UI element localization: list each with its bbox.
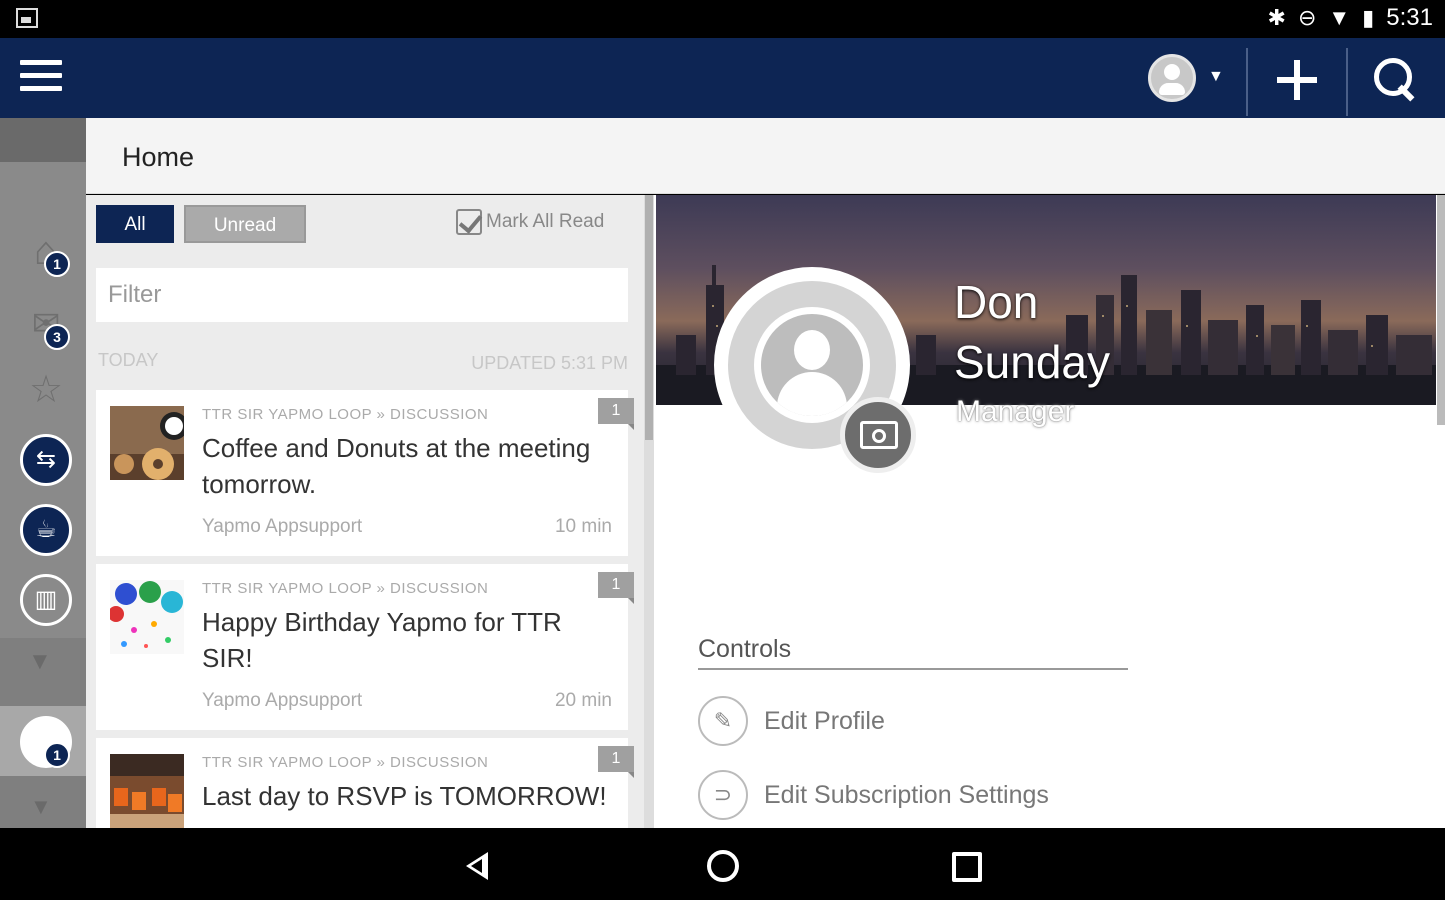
funnel-icon: ▼: [28, 648, 52, 675]
list-item[interactable]: TTR SIR YAPMO LOOP » DISCUSSION Happy Bi…: [96, 564, 634, 730]
badge: 1: [44, 742, 70, 768]
rail-item-messages[interactable]: ✉ 3: [18, 296, 74, 352]
section-label: TODAY: [98, 350, 159, 370]
rail-item-favorites[interactable]: ☆: [18, 362, 74, 418]
feed-time: 10 min: [554, 516, 612, 537]
bluetooth-icon: ✱: [1267, 5, 1286, 30]
control-label: Edit Subscription Settings: [764, 780, 1049, 809]
account-switcher-button[interactable]: ▼: [1148, 54, 1228, 102]
feed-title: Coffee and Donuts at the meeting tomorro…: [202, 433, 591, 499]
feed-author: Yapmo Appsupport: [202, 516, 363, 537]
search-icon[interactable]: [1370, 56, 1420, 106]
filter-input[interactable]: [96, 268, 628, 322]
feed-source: TTR SIR YAPMO LOOP » DISCUSSION: [202, 754, 489, 771]
image-notification-icon: [16, 8, 38, 28]
badge: 1: [44, 251, 70, 277]
battery-icon: ▮: [1362, 5, 1375, 30]
avatar-icon: [1148, 54, 1196, 102]
list-item[interactable]: TTR SIR YAPMO LOOP » DISCUSSION Last day…: [96, 738, 634, 828]
edit-subscription-settings-button[interactable]: ⊃ Edit Subscription Settings: [698, 769, 1049, 821]
rail-item-app-3[interactable]: ▥: [18, 572, 74, 628]
recents-icon[interactable]: [946, 846, 986, 886]
profile-scrollbar[interactable]: [1437, 195, 1445, 425]
filter-all-button[interactable]: All: [96, 205, 174, 243]
cup-icon: ☕: [20, 504, 72, 556]
profile-panel: Don Sunday Manager Controls ✎ Edit Profi…: [654, 195, 1445, 828]
profile-last-name: Sunday: [954, 336, 1111, 388]
dnd-icon: ⊖: [1297, 5, 1317, 30]
pencil-icon: ✎: [698, 696, 748, 746]
building-icon: ▥: [20, 574, 72, 626]
home-nav-icon[interactable]: [703, 846, 743, 886]
balloons-thumbnail: [110, 580, 184, 654]
activity-feed: All Unread Mark All Read TODAY UPDATED 5…: [86, 195, 644, 828]
feed-scrollbar[interactable]: [644, 195, 654, 828]
mark-all-read-button[interactable]: Mark All Read: [456, 209, 604, 235]
rail-top-strip: [0, 118, 86, 162]
chevron-down-icon: ▼: [30, 794, 52, 819]
menu-icon[interactable]: [20, 60, 62, 96]
feed-time: 20 min: [554, 690, 612, 711]
list-item[interactable]: TTR SIR YAPMO LOOP » DISCUSSION Coffee a…: [96, 390, 634, 556]
status-bar: ✱ ⊖ ▼ ▮ 5:31: [0, 0, 1445, 38]
comment-count-badge: 1: [598, 398, 634, 430]
left-rail: ⌂ 1 ✉ 3 ☆ ⇆ ☕ ▥ ▼ 1 ▼: [0, 118, 86, 828]
filter-unread-button[interactable]: Unread: [184, 205, 306, 243]
profile-role: Manager: [956, 395, 1075, 428]
profile-first-name: Don: [954, 276, 1039, 328]
rail-filter-icon[interactable]: ▼: [28, 648, 68, 688]
rail-item-loop[interactable]: 1: [18, 714, 74, 770]
badge: 3: [44, 324, 70, 350]
venue-thumbnail: [110, 754, 184, 828]
rail-item-home[interactable]: ⌂ 1: [18, 223, 74, 279]
controls-heading: Controls: [698, 635, 1128, 670]
comment-count-badge: 1: [598, 746, 634, 778]
updated-label: UPDATED 5:31 PM: [471, 353, 628, 373]
feed-author: Yapmo Appsupport: [202, 690, 363, 711]
comment-count-badge: 1: [598, 572, 634, 604]
feed-source: TTR SIR YAPMO LOOP » DISCUSSION: [202, 580, 489, 597]
mark-all-read-label: Mark All Read: [486, 211, 605, 232]
page-header: Home: [86, 118, 1445, 194]
edit-profile-button[interactable]: ✎ Edit Profile: [698, 695, 885, 747]
feed-title: Happy Birthday Yapmo for TTR SIR!: [202, 607, 562, 673]
caret-down-icon: ▼: [1208, 68, 1224, 85]
rss-icon: ⊃: [698, 770, 748, 820]
star-icon: ☆: [28, 369, 64, 411]
change-photo-button[interactable]: [840, 397, 916, 473]
shuffle-icon: ⇆: [20, 434, 72, 486]
control-label: Edit Profile: [764, 706, 885, 735]
app-bar: ▼: [0, 38, 1445, 118]
rail-more-icon[interactable]: ▼: [30, 794, 60, 824]
page-title: Home: [122, 142, 195, 172]
feed-title: Last day to RSVP is TOMORROW!: [202, 781, 607, 811]
scrollbar-thumb[interactable]: [645, 195, 653, 440]
divider: [1246, 48, 1248, 116]
coffee-thumbnail: [110, 406, 184, 480]
rail-item-app-1[interactable]: ⇆: [18, 432, 74, 488]
status-time: 5:31: [1386, 4, 1433, 31]
rail-item-app-2[interactable]: ☕: [18, 502, 74, 558]
divider: [1346, 48, 1348, 116]
status-icons: ✱ ⊖ ▼ ▮ 5:31: [1268, 4, 1433, 32]
checkbox-icon: [456, 209, 482, 235]
wifi-icon: ▼: [1328, 5, 1351, 30]
back-icon[interactable]: [460, 846, 500, 886]
camera-lens: [872, 429, 886, 443]
feed-source: TTR SIR YAPMO LOOP » DISCUSSION: [202, 406, 489, 423]
system-nav-bar: [0, 828, 1445, 900]
add-icon[interactable]: [1272, 56, 1322, 106]
